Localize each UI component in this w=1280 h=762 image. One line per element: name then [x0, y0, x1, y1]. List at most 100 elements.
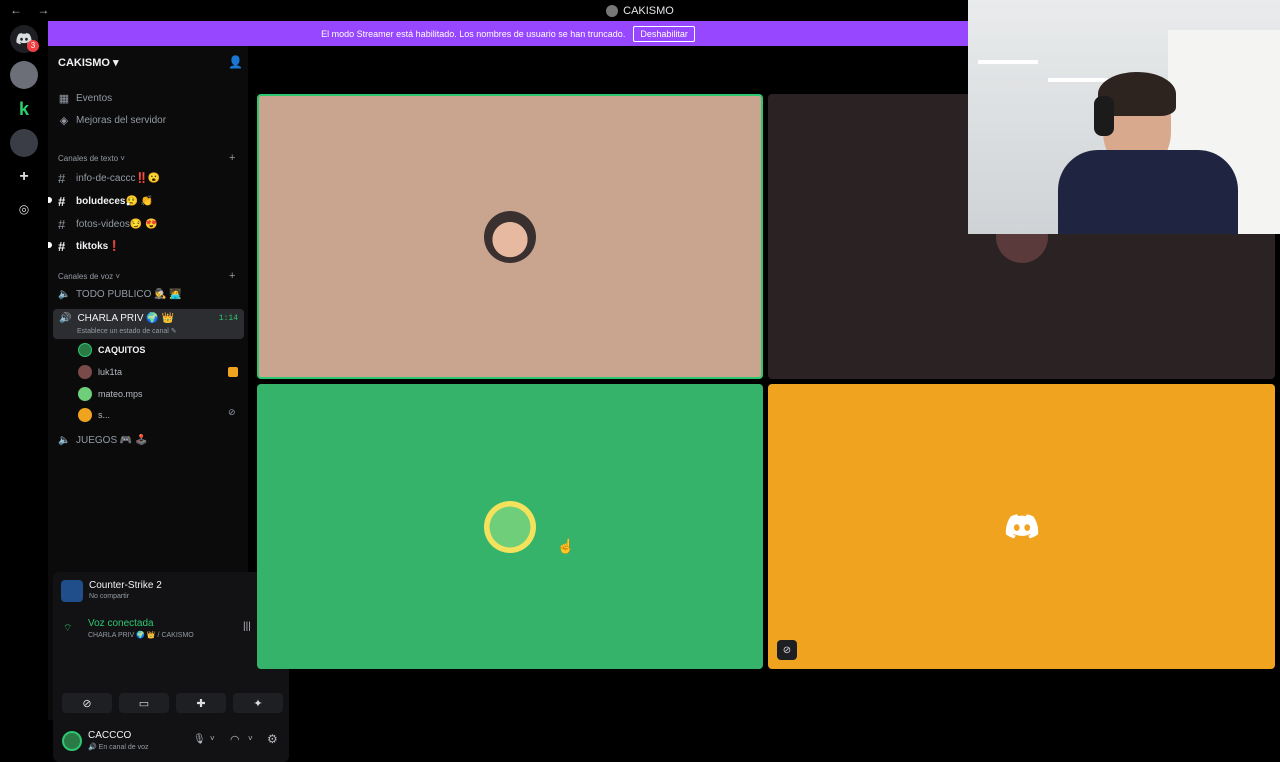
discord-logo-icon	[1005, 513, 1038, 538]
avatar	[484, 210, 536, 263]
hash-icon: #	[58, 194, 66, 209]
video-tile-speaking[interactable]	[257, 94, 763, 379]
avatar	[484, 500, 536, 553]
activities-button[interactable]: ✚	[176, 693, 226, 713]
hash-icon: #	[58, 171, 66, 186]
avatar[interactable]	[62, 731, 82, 751]
server-icon[interactable]	[10, 129, 38, 157]
signal-icon: ⌔	[63, 623, 73, 634]
voice-channel-todo-publico[interactable]: 🔈 TODO PUBLICO 🕵️ 🧑‍💻	[58, 289, 182, 300]
voice-user[interactable]: mateo.mps	[78, 387, 143, 401]
user-name: s...	[98, 410, 111, 420]
username[interactable]: CACCCO	[88, 730, 131, 741]
add-channel-icon[interactable]: +	[229, 152, 235, 164]
user-status: 🔊 En canal de voz	[88, 744, 149, 751]
game-subtitle: No compartir	[89, 593, 130, 600]
activities-icon: ✚	[196, 697, 206, 710]
channel-status[interactable]: Establece un estado de canal ✎	[77, 327, 177, 335]
video-tile[interactable]: ⊘	[768, 384, 1275, 669]
voice-category[interactable]: Canales de voz ˅	[58, 272, 120, 281]
call-timer: 1:14	[218, 314, 238, 323]
channel-label: JUEGOS 🎮 🕹️	[76, 435, 148, 446]
speaker-icon: 🔊	[59, 313, 72, 324]
channel-label: CHARLA PRIV 🌍 👑	[77, 313, 175, 324]
headphones-icon[interactable]: ◠	[230, 733, 240, 746]
shelf	[978, 60, 1038, 64]
channel-label: boludeces😮‍💨 👏	[76, 196, 154, 207]
voice-user[interactable]: CAQUITOS	[78, 343, 145, 357]
calendar-icon: ▦	[58, 93, 70, 105]
speaker-icon: 🔈	[58, 289, 71, 300]
avatar	[78, 387, 92, 401]
voice-connected-label[interactable]: Voz conectada	[88, 618, 154, 629]
hash-icon: #	[58, 239, 66, 254]
voice-channel-path[interactable]: CHARLA PRIV 🌍 👑 / CAKISMO	[88, 631, 194, 639]
noise-suppression-icon[interactable]: |||	[243, 621, 251, 632]
camera-off-icon: ⊘	[82, 697, 92, 710]
speaker-icon: 🔈	[58, 435, 71, 446]
server-boost-item[interactable]: ◈ Mejoras del servidor	[58, 114, 166, 127]
webcam-overlay	[968, 0, 1280, 234]
add-channel-icon[interactable]: +	[229, 270, 235, 282]
boost-icon: ◈	[59, 115, 69, 127]
person-jacket	[1058, 150, 1238, 234]
invite-icon[interactable]: 👤	[228, 55, 243, 69]
window-title: CAKISMO	[623, 4, 674, 17]
microphone-icon[interactable]: 🎙	[193, 734, 206, 745]
hash-icon: #	[58, 217, 66, 232]
disable-button[interactable]: Deshabilitar	[633, 25, 695, 42]
channel-sidebar: CAKISMO ▾ 👤 ▦ Eventos ◈ Mejoras del servid…	[48, 46, 289, 762]
channel-label: TODO PUBLICO 🕵️ 🧑‍💻	[76, 289, 182, 300]
game-icon	[61, 580, 83, 602]
banner-text: El modo Streamer está habilitado. Los no…	[321, 28, 626, 39]
voice-channel-charla-priv[interactable]: 🔊 CHARLA PRIV 🌍 👑 1:14 Establece un esta…	[53, 309, 244, 339]
discover-icon[interactable]: ◎	[10, 195, 38, 223]
muted-icon: ⊘	[228, 407, 236, 417]
user-name: mateo.mps	[98, 389, 143, 399]
headset	[1094, 96, 1114, 136]
channel-info-de-caccco[interactable]: # info-de-caccc‼️😮	[58, 171, 160, 186]
server-icon[interactable]	[10, 61, 38, 89]
muted-icon: ⊘	[777, 640, 797, 660]
channel-tiktoks[interactable]: # tiktoks❗	[58, 239, 121, 254]
unread-indicator	[48, 242, 52, 248]
channel-label: fotos-videos😏 😍	[76, 219, 158, 230]
activity-icon	[228, 367, 238, 377]
boost-label: Mejoras del servidor	[76, 115, 167, 126]
user-name: CAQUITOS	[98, 345, 146, 355]
game-title: Counter-Strike 2	[89, 580, 162, 591]
video-tile[interactable]: ☝	[257, 384, 763, 669]
screen-share-icon: ▭	[138, 697, 150, 710]
add-server-icon[interactable]: +	[10, 163, 38, 191]
soundboard-icon: ✦	[253, 697, 263, 710]
shelf	[1048, 78, 1108, 82]
nav-arrows[interactable]: ← →	[10, 3, 55, 17]
text-category[interactable]: Canales de texto ˅	[58, 154, 125, 163]
server-name[interactable]: CAKISMO ▾	[58, 56, 119, 69]
chevron-down-icon[interactable]: ˅	[210, 734, 215, 743]
channel-fotos-videos[interactable]: # fotos-videos😏 😍	[58, 217, 158, 232]
channel-boludeces[interactable]: # boludeces😮‍💨 👏	[58, 194, 153, 209]
avatar	[78, 408, 92, 422]
avatar	[78, 343, 92, 357]
avatar	[78, 365, 92, 379]
voice-user[interactable]: luk1ta	[78, 365, 122, 379]
server-icon	[606, 4, 619, 17]
channel-label: info-de-caccc‼️😮	[76, 173, 161, 184]
voice-channel-juegos[interactable]: 🔈 JUEGOS 🎮 🕹️	[58, 435, 148, 446]
share-screen-button[interactable]: ▭	[119, 693, 169, 713]
soundboard-button[interactable]: ✦	[233, 693, 283, 713]
server-icon[interactable]: k	[10, 95, 38, 123]
server-list: 3 k + ◎	[0, 21, 48, 720]
camera-off-button[interactable]: ⊘	[62, 693, 112, 713]
events-label: Eventos	[76, 93, 113, 104]
settings-icon[interactable]: ⚙	[267, 732, 278, 746]
user-panel: Counter-Strike 2 No compartir ▭ ⌔ Voz co…	[53, 572, 289, 762]
notification-badge: 3	[27, 40, 39, 52]
channel-label: tiktoks❗	[76, 241, 121, 252]
cursor-icon: ☝	[557, 538, 575, 554]
events-item[interactable]: ▦ Eventos	[58, 92, 112, 105]
chevron-down-icon[interactable]: ˅	[248, 734, 253, 743]
voice-user[interactable]: s...	[78, 408, 110, 422]
unread-indicator	[48, 197, 52, 203]
